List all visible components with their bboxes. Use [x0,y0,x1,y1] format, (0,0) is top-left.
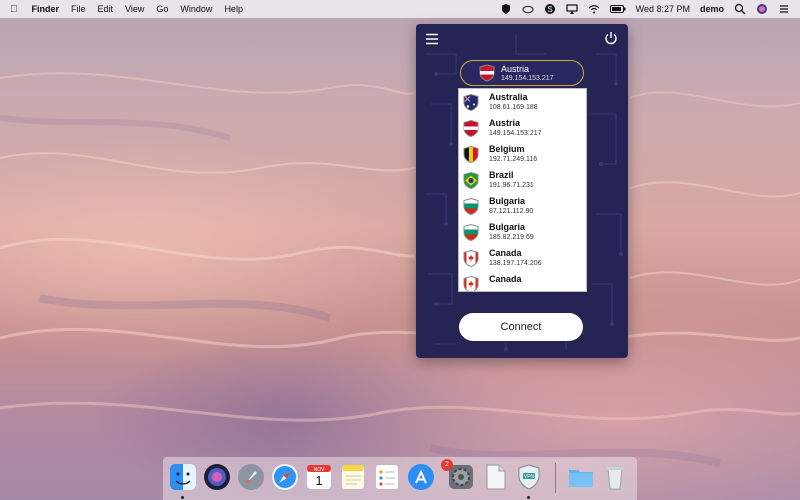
skype-icon[interactable]: S [544,3,556,15]
server-list-item[interactable]: Canada 138.197.174.206 [459,245,586,271]
calendar-icon[interactable]: NOV 1 [305,463,333,491]
selected-server-dropdown[interactable]: Austria 149.154.153.217 [460,60,584,86]
austria-flag-icon [479,64,495,82]
server-country: Brazil [489,170,514,180]
server-list-item[interactable]: Canada [459,271,586,291]
clock-text[interactable]: Wed 8:27 PM [636,4,690,14]
server-list-item[interactable]: Austria 149.154.153.217 [459,115,586,141]
server-country: Austria [489,118,521,128]
selected-ip: 149.154.153.217 [501,75,554,82]
server-ip: 149.154.153.217 [489,130,542,137]
server-country: Australia [489,92,528,102]
siri-icon[interactable] [203,463,231,491]
server-country: Bulgaria [489,196,526,206]
trash-icon[interactable] [601,463,629,491]
austria-flag-icon [463,119,479,138]
text-document-icon[interactable] [481,463,509,491]
canada-flag-icon [463,275,479,291]
canada-flag-icon [463,249,479,268]
running-indicator [527,496,530,499]
notes-icon[interactable] [339,463,367,491]
server-ip: 138.197.174.206 [489,260,542,267]
battery-icon[interactable] [609,4,626,14]
creative-cloud-icon[interactable] [522,3,534,15]
server-list-item[interactable]: Bulgaria 87.121.112.90 [459,193,586,219]
hamburger-menu-icon[interactable] [425,32,439,45]
bulgaria-flag-icon [463,223,479,242]
server-ip: 192.71.249.116 [489,156,538,163]
menu-file[interactable]: File [71,4,86,14]
vpn-shield-icon[interactable] [500,3,512,15]
server-ip: 108.61.169.188 [489,104,538,111]
user-name[interactable]: demo [700,4,724,14]
server-list-item[interactable]: Australia 108.61.169.188 [459,89,586,115]
reminders-icon[interactable] [373,463,401,491]
safari-icon[interactable] [271,463,299,491]
app-store-badge: 2 [441,459,453,471]
connect-button[interactable]: Connect [459,313,583,341]
menu-go[interactable]: Go [156,4,168,14]
brazil-flag-icon [463,171,479,190]
svg-text:VPN: VPN [524,474,535,480]
power-icon[interactable] [604,31,618,45]
server-list-item[interactable]: Belgium 192.71.249.116 [459,141,586,167]
server-country: Canada [489,248,522,258]
server-country: Canada [489,274,522,284]
siri-icon[interactable] [756,3,768,15]
server-list[interactable]: Australia 108.61.169.188 Austria 149.154… [458,88,587,292]
launchpad-icon[interactable] [237,463,265,491]
svg-text:S: S [547,5,552,14]
menu-edit[interactable]: Edit [98,4,114,14]
menu-help[interactable]: Help [224,4,243,14]
australia-flag-icon [463,93,479,112]
server-country: Bulgaria [489,222,526,232]
wifi-icon[interactable] [588,3,600,15]
apple-menu-icon[interactable]:  [10,4,18,15]
vpn-panel: Austria 149.154.153.217 Australia 108.61… [416,24,628,358]
running-indicator [181,496,184,499]
spotlight-search-icon[interactable] [734,3,746,15]
menu-view[interactable]: View [125,4,144,14]
server-list-item[interactable]: Brazil 191.96.71.231 [459,167,586,193]
vpn-app-icon[interactable]: VPN [515,463,543,491]
downloads-folder-icon[interactable] [567,463,595,491]
dock: NOV 1 VPN [163,457,637,500]
menu-window[interactable]: Window [180,4,212,14]
server-country: Belgium [489,144,525,154]
belgium-flag-icon [463,145,479,164]
desktop-wallpaper [0,72,800,467]
server-ip: 191.96.71.231 [489,182,534,189]
notification-center-icon[interactable] [778,3,790,15]
app-store-icon[interactable] [407,463,435,491]
finder-icon[interactable] [169,463,197,491]
menu-app-name[interactable]: Finder [32,4,60,14]
bulgaria-flag-icon [463,197,479,216]
selected-country: Austria [501,64,530,74]
airplay-icon[interactable] [566,3,578,15]
server-list-item[interactable]: Bulgaria 185.82.219.69 [459,219,586,245]
dock-separator [555,463,556,493]
calendar-day: 1 [315,473,322,488]
menu-bar:  Finder File Edit View Go Window Help S… [0,0,800,18]
server-ip: 185.82.219.69 [489,234,534,241]
server-ip: 87.121.112.90 [489,208,534,215]
